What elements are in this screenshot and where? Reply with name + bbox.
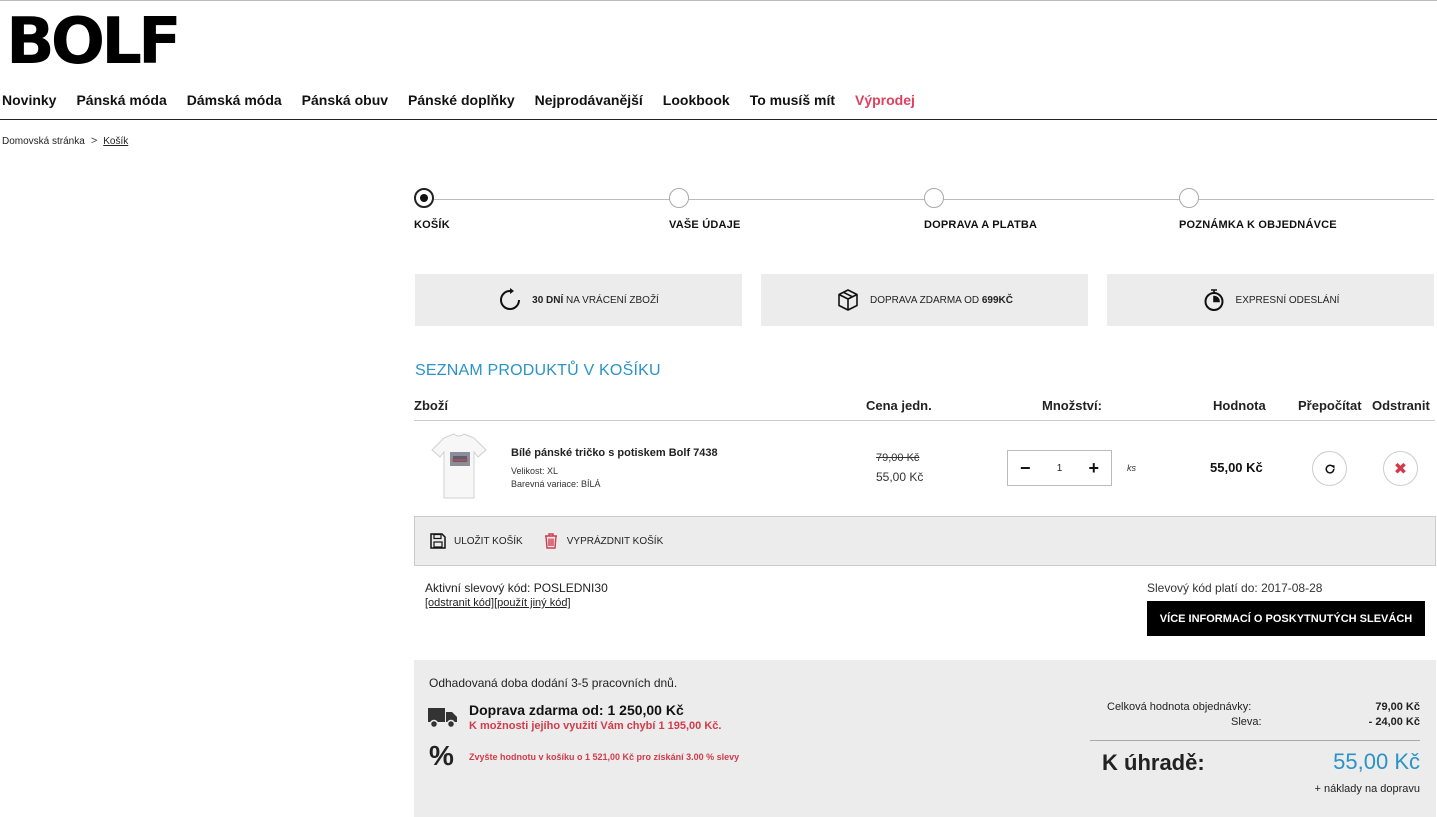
nav-damska-moda[interactable]: Dámská móda [187,92,282,108]
nav-nejprodavanejsi[interactable]: Nejprodávanější [535,92,643,108]
truck-icon [428,708,457,728]
benefit-returns: 30 DNÍ NA VRÁCENÍ ZBOŽÍ [415,274,742,326]
price-original: 79,00 Kč [876,452,920,464]
amount-due-label: K úhradě: [1102,750,1205,775]
free-shipping-threshold: Doprava zdarma od: 1 250,00 Kč [469,702,684,718]
cart-actions-bar: ULOŽIT KOŠÍK VYPRÁZDNIT KOŠÍK [414,516,1436,566]
nav-panske-doplnky[interactable]: Pánské doplňky [408,92,515,108]
breadcrumb-home[interactable]: Domovská stránka [2,136,85,147]
empty-cart-button[interactable]: VYPRÁZDNIT KOŠÍK [543,533,664,549]
stopwatch-icon [1204,289,1224,311]
nav-divider [0,119,1437,120]
refresh-icon [1325,464,1335,474]
nav-panska-moda[interactable]: Pánská móda [76,92,166,108]
table-header-divider [414,420,1435,421]
discount-label: Sleva: [1231,716,1262,728]
chevron-right-icon: > [90,135,98,147]
col-header-value: Hodnota [1213,398,1266,413]
quantity-stepper: − 1 + [1007,450,1112,486]
benefit-free-shipping: DOPRAVA ZDARMA OD 699KČ [761,274,1088,326]
step-dot [1179,188,1199,208]
step-label: VAŠE ÚDAJE [669,219,741,231]
bolf-logo[interactable]: BOLF [6,10,182,74]
step-order-note[interactable]: POZNÁMKA K OBJEDNÁVCE [1179,188,1337,231]
col-header-recalc: Přepočítat [1298,398,1362,413]
order-total-label: Celková hodnota objednávky: [1107,701,1252,713]
checkout-steps: KOŠÍK VAŠE ÚDAJE DOPRAVA A PLATBA POZNÁM… [414,188,1436,238]
active-discount-code: Aktivní slevový kód: POSLEDNI30 [425,581,608,595]
step-label: KOŠÍK [414,219,450,231]
more-discount-info-button[interactable]: VÍCE INFORMACÍ O POSKYTNUTÝCH SLEVÁCH [1147,601,1425,636]
nav-novinky[interactable]: Novinky [2,92,56,108]
step-shipping-payment[interactable]: DOPRAVA A PLATBA [924,188,1037,231]
quantity-unit: ks [1127,463,1136,473]
package-box-icon [838,289,858,311]
col-header-remove: Odstranit [1372,398,1430,413]
discount-value: - 24,00 Kč [1368,716,1420,728]
decrease-quantity-button[interactable]: − [1020,458,1031,479]
increase-quantity-button[interactable]: + [1088,458,1099,479]
line-total: 55,00 Kč [1210,460,1263,475]
step-details[interactable]: VAŠE ÚDAJE [669,188,740,231]
close-icon: ✖ [1393,460,1408,478]
step-dot-active [414,188,434,208]
summary-divider [1090,740,1420,741]
nav-lookbook[interactable]: Lookbook [663,92,730,108]
recalculate-button[interactable] [1312,451,1347,486]
discount-hint: Zvyšte hodnotu v košíku o 1 521,00 Kč pr… [469,752,740,762]
percent-icon: % [429,740,454,771]
breadcrumb: Domovská stránka > Košík [2,135,128,147]
delivery-estimate: Odhadovaná doba dodání 3-5 pracovních dn… [429,676,678,690]
trash-icon [544,533,557,549]
breadcrumb-current[interactable]: Košík [103,136,128,147]
floppy-disk-icon [430,533,446,549]
remove-item-button[interactable]: ✖ [1383,451,1418,486]
step-label: POZNÁMKA K OBJEDNÁVCE [1179,219,1337,231]
product-name[interactable]: Bílé pánské tričko s potiskem Bolf 7438 [511,447,718,459]
product-thumbnail[interactable] [430,432,488,502]
refresh-icon [500,288,521,310]
discount-valid-until: Slevový kód platí do: 2017-08-28 [1147,581,1323,595]
discount-code-links[interactable]: [odstranit kód][použít jiný kód] [425,597,571,609]
top-border [0,0,1437,1]
shipping-cost-note: + náklady na dopravu [1314,783,1421,795]
main-nav: Novinky Pánská móda Dámská móda Pánská o… [2,92,935,108]
cart-section-title: SEZNAM PRODUKTŮ V KOŠÍKU [415,362,661,379]
step-label: DOPRAVA A PLATBA [924,219,1038,231]
order-summary: Odhadovaná doba dodání 3-5 pracovních dn… [414,660,1436,817]
step-dot [924,188,944,208]
step-dot [669,188,689,208]
save-cart-button[interactable]: ULOŽIT KOŠÍK [430,533,523,549]
col-header-unit-price: Cena jedn. [866,398,932,413]
save-cart-label: ULOŽIT KOŠÍK [454,535,523,547]
col-header-quantity: Množství: [1042,398,1102,413]
free-shipping-missing: K možnosti jejího využití Vám chybí 1 19… [469,720,722,732]
step-cart[interactable]: KOŠÍK [414,188,450,231]
nav-to-musis-mit[interactable]: To musíš mít [750,92,835,108]
benefit-express-text: EXPRESNÍ ODESLÁNÍ [1235,294,1340,306]
amount-due-value: 55,00 Kč [1333,749,1420,774]
quantity-value[interactable]: 1 [1057,463,1063,474]
nav-vyprodej[interactable]: Výprodej [855,92,915,108]
order-total-value: 79,00 Kč [1375,701,1420,713]
benefit-express: EXPRESNÍ ODESLÁNÍ [1107,274,1434,326]
price-discounted: 55,00 Kč [876,470,924,484]
product-size: Velikost: XL [511,466,559,476]
benefit-returns-text: 30 DNÍ NA VRÁCENÍ ZBOŽÍ [532,294,659,306]
benefit-shipping-text: DOPRAVA ZDARMA OD 699KČ [869,294,1013,306]
nav-panska-obuv[interactable]: Pánská obuv [302,92,388,108]
col-header-product: Zboží [414,398,448,413]
empty-cart-label: VYPRÁZDNIT KOŠÍK [566,535,664,547]
product-color: Barevná variace: BÍLÁ [511,479,601,489]
